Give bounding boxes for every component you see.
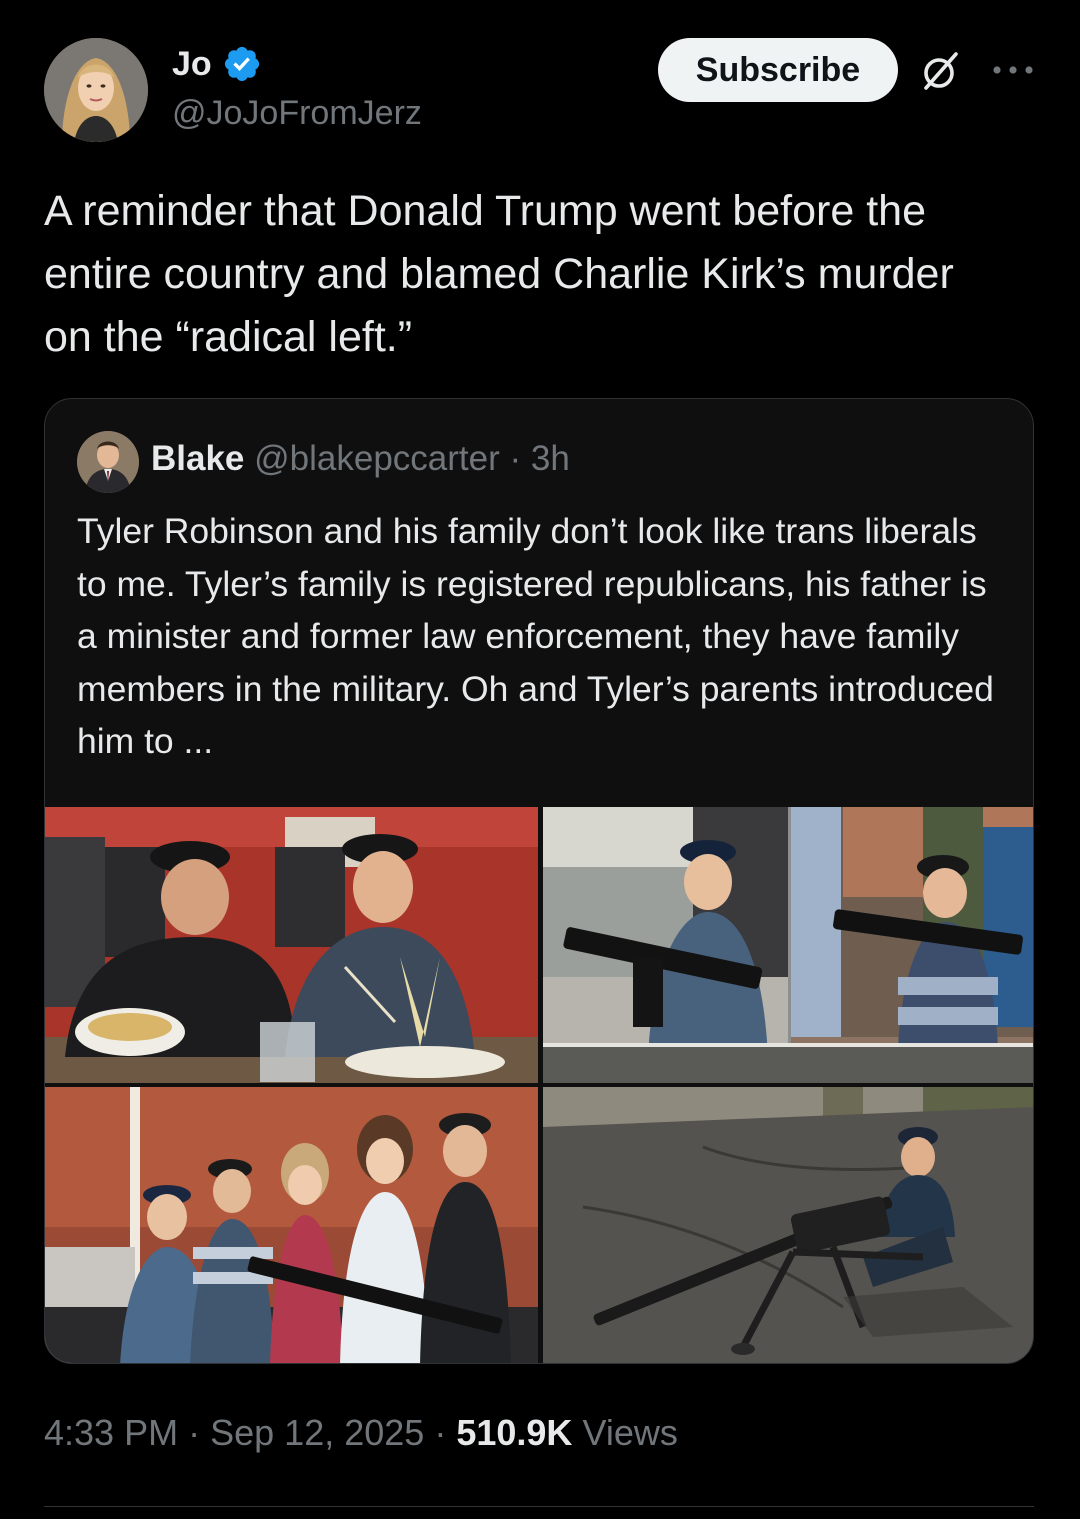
media-photo-machine-gun[interactable] <box>543 1087 1033 1363</box>
quote-tweet-card[interactable]: Blake @blakepccarter · 3h Tyler Robinson… <box>44 398 1034 1364</box>
views-count[interactable]: 510.9K <box>456 1412 572 1453</box>
author-name-row: Jo <box>172 42 262 86</box>
meta-separator: · <box>434 1412 447 1453</box>
quote-author-name[interactable]: Blake <box>151 439 244 478</box>
quote-media-grid <box>45 807 1033 1363</box>
avatar-image <box>44 38 148 142</box>
verified-badge-icon <box>224 46 259 82</box>
quote-header: Blake @blakepccarter · 3h <box>151 439 570 479</box>
views-label: Views <box>582 1412 678 1453</box>
quote-timestamp[interactable]: 3h <box>531 439 570 478</box>
author-avatar[interactable] <box>44 38 148 142</box>
more-options-icon[interactable] <box>990 56 1036 84</box>
media-photo-family-group[interactable] <box>45 1087 538 1363</box>
meta-separator: · <box>188 1412 201 1453</box>
subscribe-button[interactable]: Subscribe <box>658 38 898 102</box>
tweet-text: A reminder that Donald Trump went before… <box>44 187 954 361</box>
grok-icon[interactable] <box>918 48 964 94</box>
quote-avatar-image <box>77 431 139 493</box>
quote-author-handle[interactable]: @blakepccarter <box>254 439 500 478</box>
quote-separator: · <box>509 439 522 478</box>
quote-author-avatar[interactable] <box>77 431 139 493</box>
divider <box>44 1506 1034 1507</box>
author-handle[interactable]: @JoJoFromJerz <box>172 94 422 133</box>
tweet-meta: 4:33 PM · Sep 12, 2025 · 510.9K Views <box>44 1412 678 1454</box>
author-name[interactable]: Jo <box>172 45 212 84</box>
quote-text: Tyler Robinson and his family don’t look… <box>77 511 994 761</box>
media-photo-restaurant[interactable] <box>45 807 538 1083</box>
tweet-time[interactable]: 4:33 PM <box>44 1412 178 1453</box>
tweet-date[interactable]: Sep 12, 2025 <box>210 1412 424 1453</box>
media-photo-boys-rifles[interactable] <box>543 807 1033 1083</box>
